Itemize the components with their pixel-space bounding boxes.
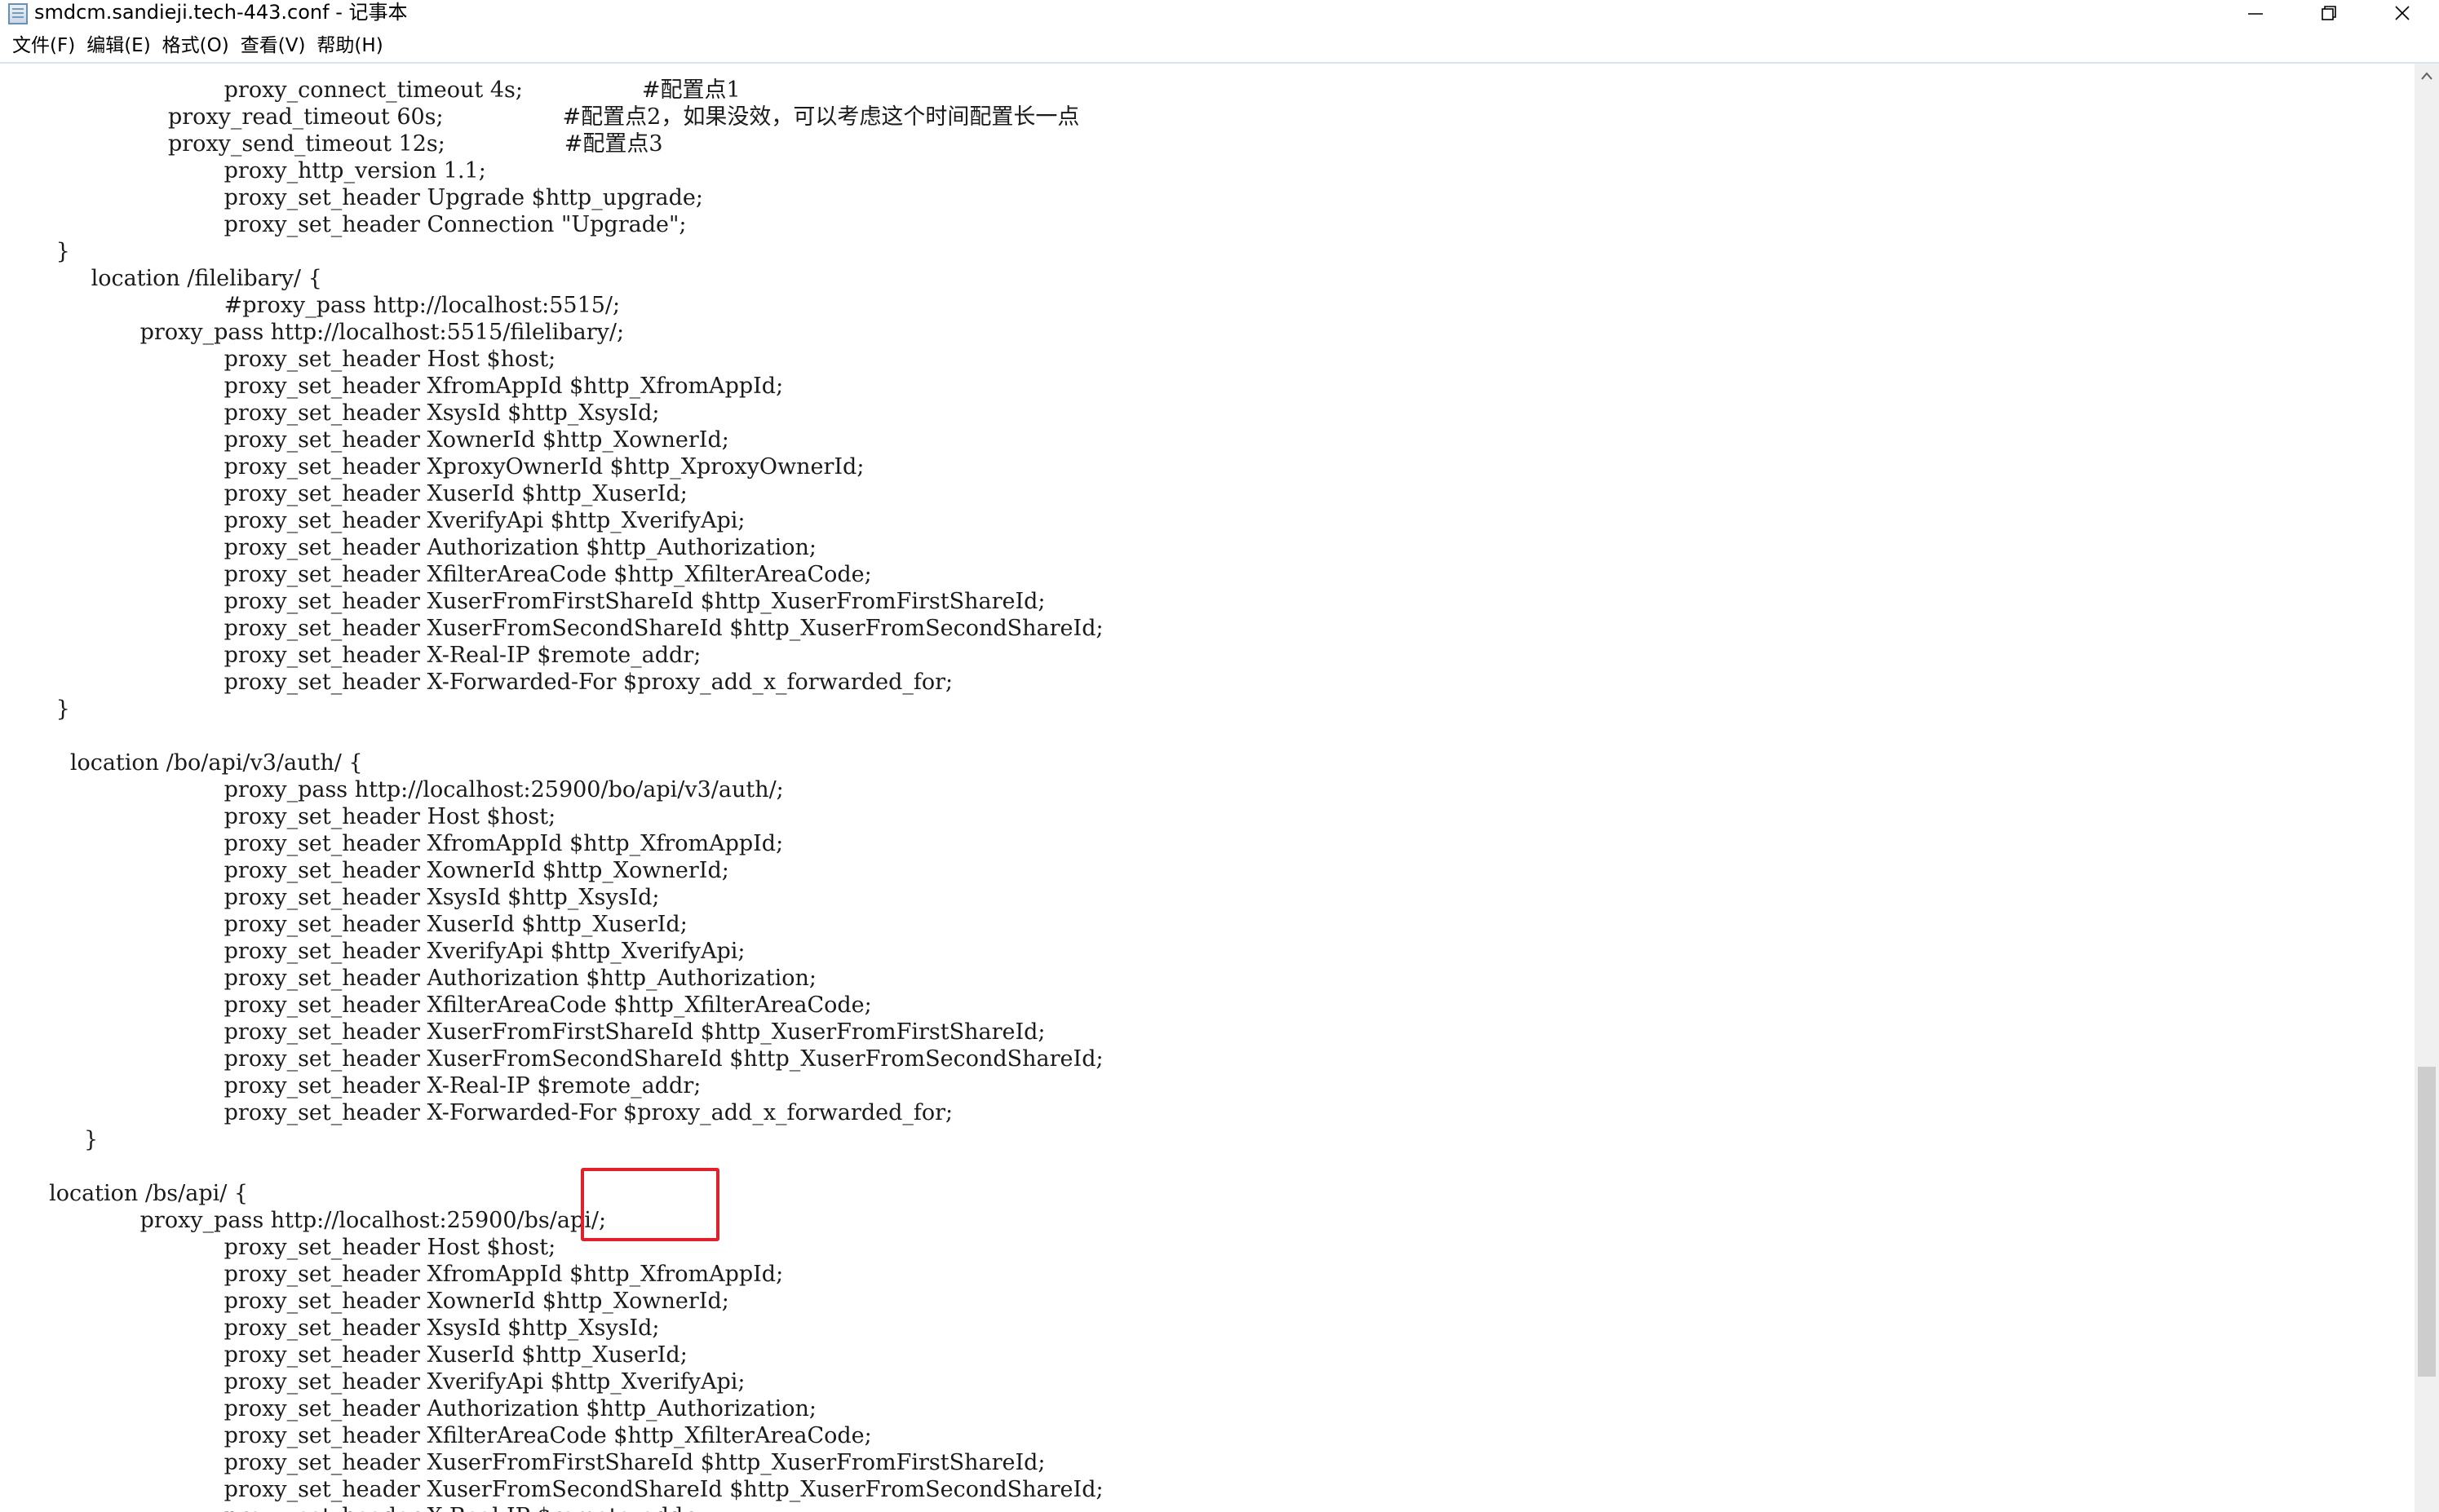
window-controls xyxy=(2219,0,2439,26)
window-title: smdcm.sandieji.tech-443.conf - 记事本 xyxy=(34,1,408,24)
text-line: proxy_pass http://localhost:25900/bs/api… xyxy=(0,1208,607,1233)
menu-help[interactable]: 帮助(H) xyxy=(311,31,388,60)
text-line: proxy_set_header XsysId $http_XsysId; xyxy=(0,885,660,910)
chevron-up-icon xyxy=(2421,72,2432,80)
text-line: proxy_set_header Authorization $http_Aut… xyxy=(0,535,817,560)
text-line: proxy_http_version 1.1; xyxy=(0,158,486,183)
text-line: proxy_set_header XownerId $http_XownerId… xyxy=(0,858,729,883)
text-line: proxy_set_header X-Real-IP $remote_addr; xyxy=(0,1503,702,1512)
minimize-icon xyxy=(2248,13,2263,15)
text-line: proxy_read_timeout 60s; #配置点2，如果没效，可以考虑这… xyxy=(0,104,1080,130)
text-line: } xyxy=(0,696,70,722)
text-line: proxy_set_header Host $host; xyxy=(0,804,556,829)
text-line: proxy_set_header X-Forwarded-For $proxy_… xyxy=(0,1100,954,1125)
text-line: proxy_set_header XfilterAreaCode $http_X… xyxy=(0,1423,872,1448)
menu-view[interactable]: 查看(V) xyxy=(235,31,312,60)
minimize-button[interactable] xyxy=(2219,0,2292,26)
close-icon xyxy=(2395,6,2410,20)
restore-button[interactable] xyxy=(2292,0,2366,26)
text-line: proxy_set_header XverifyApi $http_Xverif… xyxy=(0,1369,746,1395)
text-line: proxy_set_header XfromAppId $http_XfromA… xyxy=(0,374,784,399)
text-line: proxy_set_header XfromAppId $http_XfromA… xyxy=(0,831,784,856)
menu-format[interactable]: 格式(O) xyxy=(157,31,235,60)
text-line: proxy_set_header Host $host; xyxy=(0,1235,556,1260)
text-line: proxy_set_header X-Real-IP $remote_addr; xyxy=(0,643,702,668)
text-line: proxy_set_header XuserFromSecondShareId … xyxy=(0,1477,1104,1502)
text-line: proxy_set_header XuserId $http_XuserId; xyxy=(0,1342,688,1368)
text-line: location /filelibary/ { xyxy=(0,266,322,291)
text-line: location /bo/api/v3/auth/ { xyxy=(0,750,363,776)
text-line: proxy_set_header Host $host; xyxy=(0,347,556,372)
text-line: proxy_set_header XsysId $http_XsysId; xyxy=(0,400,660,426)
text-line: proxy_set_header XuserFromSecondShareId … xyxy=(0,616,1104,641)
text-line: location /bs/api/ { xyxy=(0,1181,249,1206)
text-line: proxy_set_header XfilterAreaCode $http_X… xyxy=(0,562,872,587)
text-line: proxy_set_header XuserId $http_XuserId; xyxy=(0,912,688,937)
text-line: proxy_set_header X-Real-IP $remote_addr; xyxy=(0,1073,702,1099)
text-line: proxy_pass http://localhost:5515/filelib… xyxy=(0,320,625,345)
text-line: } xyxy=(0,1127,99,1152)
text-line: proxy_set_header XuserFromFirstShareId $… xyxy=(0,1019,1046,1045)
text-line: proxy_set_header XownerId $http_XownerId… xyxy=(0,1289,729,1314)
notepad-window: smdcm.sandieji.tech-443.conf - 记事本 文件(F)… xyxy=(0,0,2439,1512)
scroll-up-button[interactable] xyxy=(2415,64,2439,88)
scroll-thumb[interactable] xyxy=(2418,1067,2436,1377)
text-line: } xyxy=(0,239,70,264)
text-line: proxy_set_header Authorization $http_Aut… xyxy=(0,1396,817,1421)
text-line: proxy_pass http://localhost:25900/bo/api… xyxy=(0,777,784,802)
red-highlight-box xyxy=(581,1168,719,1241)
vertical-scrollbar[interactable] xyxy=(2415,64,2439,1512)
menu-file[interactable]: 文件(F) xyxy=(7,31,81,60)
text-line: proxy_set_header XproxyOwnerId $http_Xpr… xyxy=(0,454,865,480)
text-line: proxy_set_header Connection "Upgrade"; xyxy=(0,212,687,237)
text-line: proxy_set_header XownerId $http_XownerId… xyxy=(0,427,729,453)
text-line: proxy_set_header XuserFromFirstShareId $… xyxy=(0,589,1046,614)
text-line: proxy_connect_timeout 4s; #配置点1 xyxy=(0,77,741,103)
text-line: proxy_send_timeout 12s; #配置点3 xyxy=(0,131,663,157)
text-line: proxy_set_header XverifyApi $http_Xverif… xyxy=(0,508,746,533)
text-line: #proxy_pass http://localhost:5515/; xyxy=(0,293,621,318)
text-editor[interactable]: proxy_connect_timeout 4s; #配置点1 proxy_re… xyxy=(0,64,2415,1512)
text-line: proxy_set_header XverifyApi $http_Xverif… xyxy=(0,939,746,964)
text-line: proxy_set_header XsysId $http_XsysId; xyxy=(0,1315,660,1341)
menu-bar: 文件(F) 编辑(E) 格式(O) 查看(V) 帮助(H) xyxy=(0,31,2439,60)
text-line: proxy_set_header XuserId $http_XuserId; xyxy=(0,481,688,506)
text-line: proxy_set_header XuserFromSecondShareId … xyxy=(0,1046,1104,1072)
text-line: proxy_set_header XuserFromFirstShareId $… xyxy=(0,1450,1046,1475)
close-button[interactable] xyxy=(2366,0,2439,26)
text-line: proxy_set_header Upgrade $http_upgrade; xyxy=(0,185,704,210)
notepad-icon xyxy=(8,3,28,24)
text-line: proxy_set_header XfilterAreaCode $http_X… xyxy=(0,993,872,1018)
restore-icon xyxy=(2322,6,2336,20)
menu-edit[interactable]: 编辑(E) xyxy=(81,31,156,60)
text-line: proxy_set_header XfromAppId $http_XfromA… xyxy=(0,1262,784,1287)
text-line: proxy_set_header X-Forwarded-For $proxy_… xyxy=(0,670,954,695)
title-bar[interactable]: smdcm.sandieji.tech-443.conf - 记事本 xyxy=(0,0,2439,26)
text-line: proxy_set_header Authorization $http_Aut… xyxy=(0,966,817,991)
